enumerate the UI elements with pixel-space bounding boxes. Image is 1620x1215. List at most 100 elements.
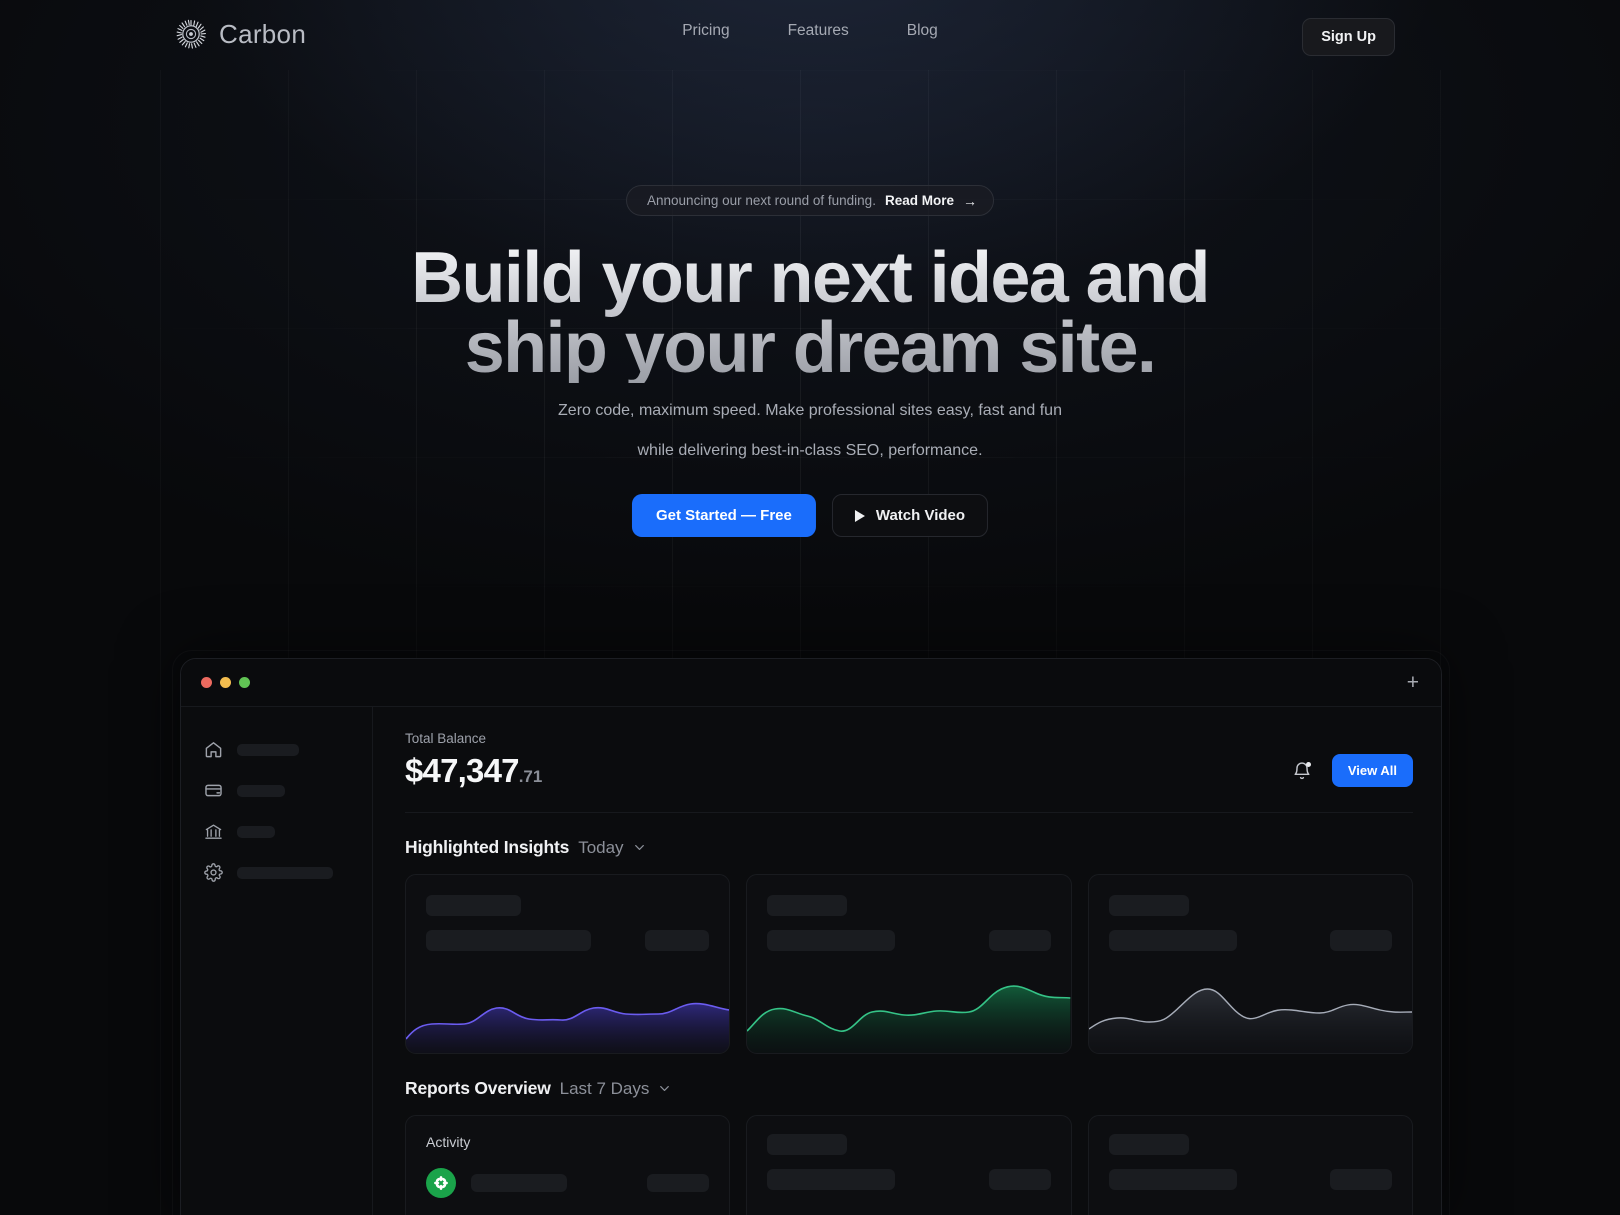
sidebar-item-settings[interactable]: [181, 852, 372, 893]
home-icon: [205, 742, 222, 758]
report-card-subrow: [767, 1169, 1051, 1190]
watch-video-label: Watch Video: [875, 507, 966, 524]
read-more-link[interactable]: Read More: [885, 193, 954, 208]
sidebar-item-bank[interactable]: [181, 811, 372, 852]
card-value-skeleton: [767, 930, 896, 951]
card-subrow: [767, 930, 1051, 951]
card-subrow: [1108, 930, 1392, 951]
dashboard-main: Total Balance $47,347.71 View All Highli…: [373, 707, 1441, 1215]
activity-label-skeleton: [471, 1174, 567, 1192]
play-icon: [854, 509, 865, 522]
report-card-title: Activity: [426, 1134, 471, 1150]
activity-value-skeleton: [647, 1174, 710, 1192]
report-badge-skeleton: [988, 1169, 1051, 1190]
avatar: [426, 1168, 456, 1198]
hero-subtitle-line-2: while delivering best-in-class SEO, perf…: [637, 442, 983, 459]
divider: [405, 812, 1413, 813]
balance-amount-cents: .71: [518, 767, 543, 786]
report-card-title-skeleton: [1108, 1134, 1189, 1155]
card-skeleton-block: [747, 875, 1070, 951]
sidebar-item-cards[interactable]: [181, 770, 372, 811]
card-title-skeleton: [426, 895, 521, 916]
insight-card[interactable]: [1087, 874, 1413, 1054]
insight-cards: [405, 874, 1413, 1054]
report-card[interactable]: [1087, 1115, 1413, 1215]
maximize-icon[interactable]: [239, 677, 250, 688]
nav-links: Pricing Features Blog: [682, 22, 938, 40]
insight-sparkline: [1088, 967, 1412, 1053]
chevron-down-icon[interactable]: [633, 841, 646, 854]
page-title: Build your next idea and ship your dream…: [0, 242, 1620, 384]
top-navbar: Carbon Pricing Features Blog Sign Up: [0, 0, 1620, 72]
card-title-skeleton: [767, 895, 848, 916]
hero-cta-row: Get Started — Free Watch Video: [631, 494, 989, 537]
brand[interactable]: Carbon: [175, 18, 306, 50]
sidebar-item-label-skeleton: [237, 825, 275, 838]
sidebar-item-home[interactable]: [181, 729, 372, 770]
insight-card[interactable]: [746, 874, 1072, 1054]
balance-actions: View All: [1292, 754, 1413, 790]
card-skeleton-block: [1089, 875, 1412, 951]
credit-card-icon: [205, 784, 222, 797]
add-icon[interactable]: +: [1407, 672, 1419, 693]
report-value-skeleton: [1108, 1169, 1237, 1190]
card-badge-skeleton: [1329, 930, 1392, 951]
nav-link-pricing[interactable]: Pricing: [682, 22, 729, 40]
card-subrow: [426, 930, 710, 951]
announcement-banner[interactable]: Announcing our next round of funding. Re…: [626, 185, 994, 216]
reports-title: Reports Overview: [405, 1078, 551, 1098]
chevron-down-icon[interactable]: [658, 1082, 671, 1095]
insights-filter-label[interactable]: Today: [578, 838, 623, 858]
sidebar-item-label-skeleton: [237, 866, 333, 879]
balance-amount-dollars: $47,347: [405, 752, 519, 789]
balance-label: Total Balance: [405, 731, 487, 746]
activity-row: [426, 1168, 710, 1198]
close-icon[interactable]: [201, 677, 212, 688]
report-card-activity[interactable]: Activity: [405, 1115, 731, 1215]
nav-link-blog[interactable]: Blog: [907, 22, 938, 40]
card-skeleton-block: [406, 875, 729, 951]
insight-card[interactable]: [405, 874, 731, 1054]
window-body: Total Balance $47,347.71 View All Highli…: [181, 707, 1441, 1215]
view-all-button[interactable]: View All: [1331, 754, 1413, 787]
bank-icon: [205, 824, 222, 839]
insight-sparkline: [747, 967, 1071, 1053]
minimize-icon[interactable]: [220, 677, 231, 688]
reports-filter-label[interactable]: Last 7 Days: [560, 1079, 650, 1099]
balance-row: Total Balance $47,347.71 View All: [405, 731, 1413, 790]
reports-header: Reports Overview Last 7 Days: [405, 1078, 1413, 1099]
balance-block: Total Balance $47,347.71: [405, 731, 542, 790]
page-root: Carbon Pricing Features Blog Sign Up Ann…: [0, 0, 1620, 1215]
sidebar-item-label-skeleton: [237, 784, 285, 797]
area-chart-purple: [406, 1002, 730, 1053]
notification-dot: [1305, 761, 1311, 767]
card-value-skeleton: [426, 930, 591, 951]
traffic-lights: [201, 677, 250, 688]
get-started-button[interactable]: Get Started — Free: [631, 494, 816, 537]
area-chart-slate: [1088, 988, 1412, 1053]
card-badge-skeleton: [988, 930, 1051, 951]
notifications-button[interactable]: [1292, 761, 1312, 781]
report-badge-skeleton: [1329, 1169, 1392, 1190]
sign-up-button[interactable]: Sign Up: [1302, 18, 1395, 56]
card-badge-skeleton: [645, 930, 710, 951]
report-value-skeleton: [767, 1169, 896, 1190]
flower-avatar-icon: [434, 1176, 448, 1190]
balance-amount: $47,347.71: [405, 752, 542, 790]
brand-name: Carbon: [219, 18, 307, 49]
insights-header: Highlighted Insights Today: [405, 837, 1413, 858]
report-card[interactable]: [746, 1115, 1072, 1215]
report-card-subrow: [1108, 1169, 1392, 1190]
card-value-skeleton: [1108, 930, 1237, 951]
window-titlebar: +: [181, 659, 1441, 707]
sunburst-logo-icon: [176, 19, 206, 49]
insight-sparkline: [406, 967, 730, 1053]
nav-link-features[interactable]: Features: [788, 22, 849, 40]
card-title-skeleton: [1108, 895, 1189, 916]
area-chart-green: [747, 985, 1071, 1053]
gear-icon: [204, 863, 223, 882]
hero-subtitle-line-1: Zero code, maximum speed. Make professio…: [558, 402, 1062, 419]
dashboard-sidebar: [181, 707, 373, 1215]
report-cards: Activity: [405, 1115, 1413, 1215]
watch-video-button[interactable]: Watch Video: [831, 494, 989, 537]
